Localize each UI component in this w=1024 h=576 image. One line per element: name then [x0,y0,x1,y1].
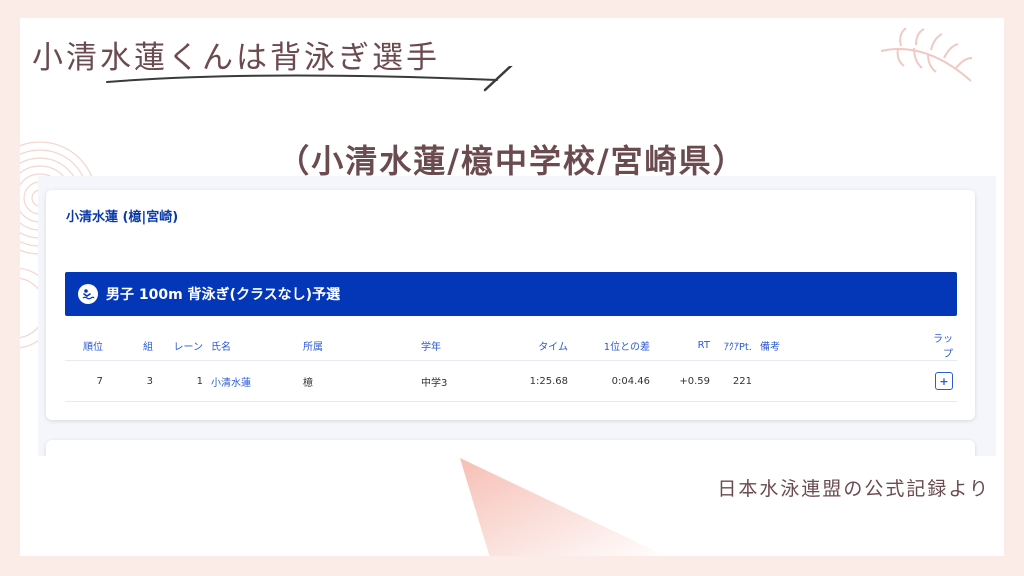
cell-diff: 0:04.46 [572,360,654,402]
col-header-time: タイム [502,330,572,361]
table-row: 7 3 1 小清水蓮 檍 中学3 1:25.68 0:04.46 +0.59 2… [65,360,957,402]
source-note: 日本水泳連盟の公式記録より [717,478,990,500]
event-title: 男子 100m 背泳ぎ(クラスなし)予選 [106,287,341,303]
cell-rt: +0.59 [654,360,714,402]
leaf-branch-decoration [880,27,973,82]
results-screenshot: 小清水蓮 (檍|宮崎) 男子 100m 背泳ぎ(クラスなし)予選 順位 組 レー… [38,176,996,456]
handwritten-underline [106,66,513,92]
col-header-points: ｱｸｱPt. [714,330,756,361]
col-header-note: 備考 [756,330,922,361]
cell-heat: 3 [107,360,157,402]
col-header-rank: 順位 [65,330,107,361]
event-header: 男子 100m 背泳ぎ(クラスなし)予選 [65,272,957,316]
col-header-lane: レーン [157,330,207,361]
lap-expand-button[interactable]: + [935,372,953,390]
table-header-row: 順位 組 レーン 氏名 所属 学年 タイム 1位との差 RT ｱｸｱPt. 備考… [65,330,957,361]
cell-rank: 7 [65,360,107,402]
col-header-grade: 学年 [417,330,502,361]
cell-lap: + [922,360,957,402]
cell-name: 小清水蓮 [207,360,299,402]
swimmer-icon [78,284,98,304]
cell-lane: 1 [157,360,207,402]
slide-card: 小清水蓮くんは背泳ぎ選手 （小清水蓮/檍中学校/宮崎県） 小清水蓮 (檍|宮崎)… [20,18,1004,556]
results-panel: 小清水蓮 (檍|宮崎) 男子 100m 背泳ぎ(クラスなし)予選 順位 組 レー… [46,190,975,420]
col-header-team: 所属 [299,330,417,361]
cell-team: 檍 [299,360,417,402]
col-header-heat: 組 [107,330,157,361]
col-header-diff: 1位との差 [572,330,654,361]
cell-points: 221 [714,360,756,402]
triangle-decoration [460,458,666,556]
cell-note [756,360,922,402]
next-results-panel [46,440,975,456]
col-header-name: 氏名 [207,330,299,361]
plus-icon: + [939,374,949,388]
cell-grade: 中学3 [417,360,502,402]
col-header-rt: RT [654,330,714,361]
results-table: 順位 組 レーン 氏名 所属 学年 タイム 1位との差 RT ｱｸｱPt. 備考… [65,330,957,402]
athlete-name-link[interactable]: 小清水蓮 [211,378,251,389]
athlete-link[interactable]: 小清水蓮 (檍|宮崎) [66,206,178,225]
col-header-lap: ラップ [922,330,957,361]
cell-time: 1:25.68 [502,360,572,402]
